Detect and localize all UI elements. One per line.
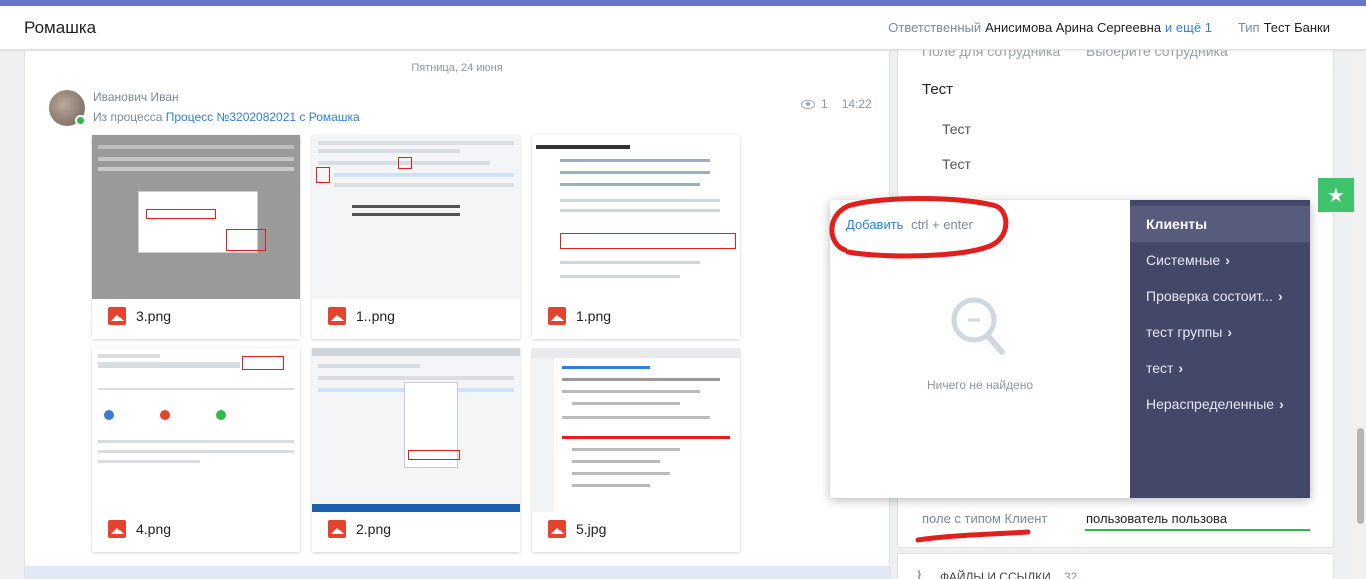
attachment-name[interactable]: 1.png bbox=[576, 308, 611, 324]
image-file-icon bbox=[548, 520, 566, 538]
attachment-thumbnail[interactable] bbox=[92, 135, 300, 299]
menu-item-status-check[interactable]: Проверка состоит... › bbox=[1130, 278, 1310, 314]
magnifier-icon bbox=[951, 297, 1005, 355]
star-icon: ★ bbox=[1327, 184, 1345, 207]
menu-item-test-groups[interactable]: тест группы › bbox=[1130, 314, 1310, 350]
menu-item-label: Системные bbox=[1146, 252, 1221, 268]
image-file-icon bbox=[548, 307, 566, 325]
attachment-name[interactable]: 5.jpg bbox=[576, 521, 606, 537]
feed-date: Пятница, 24 июня bbox=[411, 62, 503, 74]
menu-item-label: Клиенты bbox=[1146, 216, 1208, 232]
test-item[interactable]: Тест bbox=[942, 121, 971, 137]
empty-results-text: Ничего не найдено bbox=[926, 378, 1034, 392]
type-label: Тип bbox=[1237, 20, 1260, 35]
attachment-name[interactable]: 2.png bbox=[356, 521, 391, 537]
attachment-thumbnail[interactable] bbox=[532, 348, 740, 512]
menu-item-label: Проверка состоит... bbox=[1146, 288, 1273, 304]
responsible-name[interactable]: Анисимова Арина Сергеевна bbox=[985, 20, 1161, 35]
add-shortcut-hint: ctrl + enter bbox=[911, 217, 973, 232]
files-label: ФАЙЛЫ И ССЫЛКИ bbox=[940, 570, 1051, 579]
menu-item-clients[interactable]: Клиенты bbox=[1130, 206, 1310, 242]
attachment-name-row: 5.jpg bbox=[548, 520, 606, 538]
message-time: 14:22 bbox=[841, 97, 872, 111]
page-header: Ромашка Ответственный Анисимова Арина Се… bbox=[0, 6, 1366, 50]
responsible-label: Ответственный bbox=[888, 20, 982, 35]
attachment-name-row: 1.png bbox=[548, 307, 611, 325]
attachment-name-row: 4.png bbox=[108, 520, 171, 538]
menu-item-system[interactable]: Системные › bbox=[1130, 242, 1310, 278]
attachment-card[interactable]: 5.jpg bbox=[532, 348, 740, 552]
menu-item-unassigned[interactable]: Нераспределенные › bbox=[1130, 386, 1310, 422]
source-prefix: Из процесса bbox=[93, 110, 163, 124]
test-item[interactable]: Тест bbox=[942, 156, 971, 172]
header-meta: Ответственный Анисимова Арина Сергеевна … bbox=[888, 20, 1330, 35]
attachment-card[interactable]: 2.png bbox=[312, 348, 520, 552]
category-menu: Клиенты Системные › Проверка состоит... … bbox=[1130, 200, 1310, 498]
attachment-name[interactable]: 4.png bbox=[136, 521, 171, 537]
image-file-icon bbox=[108, 520, 126, 538]
paperclip-icon: ⌇ bbox=[916, 568, 923, 579]
client-field-label: поле с типом Клиент bbox=[922, 511, 1048, 526]
chevron-right-icon: › bbox=[1279, 396, 1284, 412]
attachment-card[interactable]: 4.png bbox=[92, 348, 300, 552]
attachment-thumbnail[interactable] bbox=[312, 348, 520, 512]
add-button[interactable]: Добавить bbox=[846, 217, 903, 232]
message-source: Из процесса Процесс №3202082021 с Ромашк… bbox=[93, 110, 360, 124]
message-author[interactable]: Иванович Иван bbox=[93, 90, 179, 104]
menu-item-label: тест bbox=[1146, 360, 1174, 376]
feed-bottom-bar bbox=[25, 566, 891, 579]
test-section-header: Тест bbox=[922, 81, 954, 98]
menu-item-test[interactable]: тест › bbox=[1130, 350, 1310, 386]
attachment-thumbnail[interactable] bbox=[312, 135, 520, 299]
chevron-right-icon: › bbox=[1178, 360, 1184, 376]
more-responsible-link[interactable]: и ещё 1 bbox=[1165, 20, 1212, 35]
message-meta: 1 14:22 bbox=[801, 97, 872, 111]
client-picker-popup: Добавить ctrl + enter Ничего не найдено … bbox=[830, 200, 1310, 498]
attachment-thumbnail[interactable] bbox=[532, 135, 740, 299]
menu-item-label: Нераспределенные bbox=[1146, 396, 1275, 412]
attachment-name[interactable]: 3.png bbox=[136, 308, 171, 324]
client-field-input[interactable]: пользователь пользова bbox=[1086, 511, 1227, 526]
process-link[interactable]: Процесс №3202082021 с Ромашка bbox=[166, 110, 360, 124]
activity-feed: Пятница, 24 июня Иванович Иван Из процес… bbox=[24, 51, 891, 579]
page-title: Ромашка bbox=[24, 17, 97, 37]
add-row: Добавить ctrl + enter bbox=[846, 217, 973, 232]
attachment-thumbnail[interactable] bbox=[92, 348, 300, 512]
chevron-right-icon: › bbox=[1277, 288, 1283, 304]
chevron-right-icon: › bbox=[1227, 324, 1232, 340]
menu-item-label: тест группы bbox=[1146, 324, 1223, 340]
image-file-icon bbox=[328, 520, 346, 538]
image-file-icon bbox=[108, 307, 126, 325]
attachment-card[interactable]: 1.png bbox=[532, 135, 740, 339]
online-status-indicator bbox=[75, 115, 86, 126]
favorite-button[interactable]: ★ bbox=[1318, 178, 1354, 212]
picker-results: Добавить ctrl + enter Ничего не найдено bbox=[830, 200, 1130, 498]
type-value[interactable]: Тест Банки bbox=[1264, 20, 1330, 35]
attachment-card[interactable]: 3.png bbox=[92, 135, 300, 339]
attachment-name-row: 3.png bbox=[108, 307, 171, 325]
views-count: 1 bbox=[821, 97, 828, 111]
scrollbar-thumb[interactable] bbox=[1357, 428, 1364, 524]
files-section[interactable]: ⌇ ФАЙЛЫ И ССЫЛКИ 32 bbox=[897, 553, 1334, 579]
files-count: 32 bbox=[1064, 570, 1078, 579]
client-field-underline bbox=[1085, 529, 1310, 531]
eye-icon bbox=[801, 99, 815, 109]
attachment-card[interactable]: 1..png bbox=[312, 135, 520, 339]
attachment-name-row: 1..png bbox=[328, 307, 395, 325]
chevron-right-icon: › bbox=[1225, 252, 1230, 268]
attachment-name[interactable]: 1..png bbox=[356, 308, 395, 324]
image-file-icon bbox=[328, 307, 346, 325]
attachment-name-row: 2.png bbox=[328, 520, 391, 538]
